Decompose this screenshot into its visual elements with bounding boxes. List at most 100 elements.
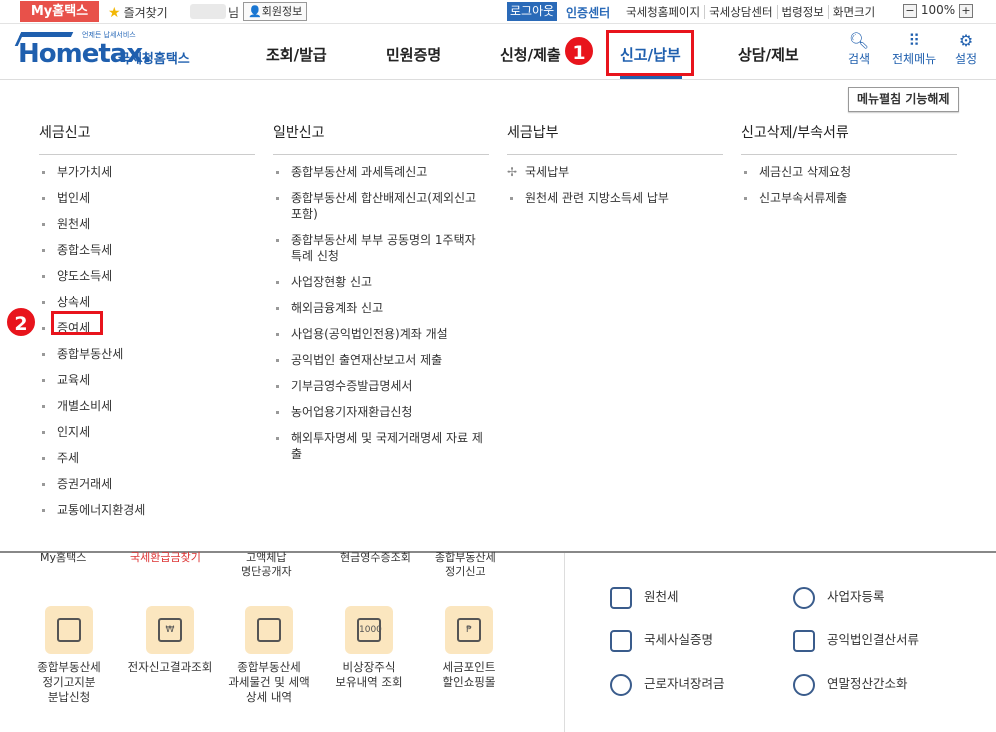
column-general-report: 일반신고 종합부동산세 과세특례신고 종합부동산세 합산배제신고(제외신고 포함… — [273, 122, 489, 472]
cut-off-label: 국세환급금찾기 — [130, 551, 201, 564]
menu-item-income-tax[interactable]: 종합소득세 — [39, 242, 255, 258]
menu-item-general[interactable]: 사업장현황 신고 — [273, 274, 489, 290]
menu-item-liquor-tax[interactable]: 주세 — [39, 450, 255, 466]
column-title: 세금납부 — [507, 122, 723, 155]
column-title: 세금신고 — [39, 122, 255, 155]
service-link-label: 원천세 — [644, 589, 679, 604]
menu-item-national-tax-payment[interactable]: 국세납부 — [507, 164, 723, 180]
cut-off-label: My홈택스 — [40, 551, 87, 564]
settings-button[interactable]: ⚙ 설정 — [955, 32, 977, 67]
quick-menu-property-detail[interactable]: 종합부동산세 과세물건 및 세액 상세 내역 — [214, 606, 324, 705]
menu-item-stamp-tax[interactable]: 인지세 — [39, 424, 255, 440]
quick-menu-label: 비상장주식 보유내역 조회 — [335, 660, 403, 689]
shopping-bag-icon: ₱ — [445, 606, 493, 654]
all-menu-label: 전체메뉴 — [892, 52, 937, 66]
user-icon: 👤 — [248, 5, 262, 18]
top-link-consult[interactable]: 국세상담센터 — [704, 5, 777, 19]
zoom-out-button[interactable]: − — [903, 3, 917, 18]
service-link-public-corp-docs[interactable]: 공익법인결산서류 — [793, 629, 919, 652]
cut-off-label: 현금영수증조회 — [340, 551, 411, 564]
column-tax-payment: 세금납부 국세납부 원천세 관련 지방소득세 납부 — [507, 122, 723, 216]
menu-item-general[interactable]: 해외투자명세 및 국제거래명세 자료 제출 — [273, 430, 489, 462]
service-link-year-end-settlement[interactable]: 연말정산간소화 — [793, 673, 908, 696]
menu-item-general[interactable]: 해외금융계좌 신고 — [273, 300, 489, 316]
top-links: 국세청홈페이지 국세상담센터 법령정보 화면크기 — [622, 4, 880, 20]
menu-item-corp-tax[interactable]: 법인세 — [39, 190, 255, 206]
member-info-button[interactable]: 👤회원정보 — [243, 2, 308, 21]
menu-item-property-tax[interactable]: 종합부동산세 — [39, 346, 255, 362]
menu-item-withholding[interactable]: 원천세 — [39, 216, 255, 232]
quick-menu-label: 종합부동산세 정기고지분 분납신청 — [37, 660, 101, 704]
search-label: 검색 — [848, 52, 871, 66]
clipboard-check-icon — [793, 629, 815, 652]
page-body-behind-menu: My홈택스 국세환급금찾기 고액체납 명단공개자 현금영수증조회 종합부동산세 … — [0, 551, 996, 732]
quick-menu-e-report-result[interactable]: ₩ 전자신고결과조회 — [115, 606, 225, 675]
menu-item-inheritance[interactable]: 상속세 — [39, 294, 255, 310]
member-info-label: 회원정보 — [261, 5, 303, 18]
menu-apply[interactable]: 신청/제출 — [500, 44, 561, 65]
quick-menu-tax-point-mall[interactable]: ₱ 세금포인트 할인쇼핑몰 — [414, 606, 524, 690]
money-icon: 1000 — [345, 606, 393, 654]
hometax-logo[interactable]: 언제든 납세서비스 Hometax. 국세청홈택스 — [14, 30, 203, 70]
service-link-withholding[interactable]: 원천세 — [610, 586, 679, 609]
menu-item-excise-tax[interactable]: 개별소비세 — [39, 398, 255, 414]
main-header: 언제든 납세서비스 Hometax. 국세청홈택스 조회/발급 민원증명 신청/… — [0, 24, 996, 80]
gear-icon: ⚙ — [958, 31, 974, 50]
settings-label: 설정 — [955, 52, 978, 66]
service-link-tax-certificate[interactable]: 국세사실증명 — [610, 629, 713, 652]
menu-item-general[interactable]: 농어업용기자재환급신청 — [273, 404, 489, 420]
cert-center-link[interactable]: 인증센터 — [566, 4, 610, 21]
top-link-screen-size: 화면크기 — [827, 5, 880, 19]
top-utility-bar: My홈택스 ★ 즐겨찾기 님 👤회원정보 로그아웃 인증센터 국세청홈페이지 국세상… — [0, 0, 996, 24]
service-link-earned-income-credit[interactable]: 근로자녀장려금 — [610, 673, 725, 696]
name-suffix: 님 — [228, 6, 240, 20]
active-menu-underline — [620, 76, 682, 79]
quick-menu-label: 세금포인트 할인쇼핑몰 — [442, 660, 496, 689]
logout-button[interactable]: 로그아웃 — [507, 2, 558, 21]
menu-inquiry[interactable]: 조회/발급 — [266, 44, 327, 65]
zoom-control: − 100% + — [903, 3, 973, 18]
all-menu-button[interactable]: ⠿ 전체메뉴 — [892, 32, 936, 67]
star-icon: ★ — [108, 5, 121, 21]
zoom-value: 100% — [920, 3, 956, 17]
service-link-label: 근로자녀장려금 — [644, 676, 725, 691]
search-button[interactable]: 🔍︎ 검색 — [848, 32, 870, 67]
menu-item-general[interactable]: 종합부동산세 합산배제신고(제외신고 포함) — [273, 190, 489, 222]
favorites-label: 즐겨찾기 — [123, 6, 168, 20]
menu-item-transfer-tax[interactable]: 양도소득세 — [39, 268, 255, 284]
menu-item-general[interactable]: 기부금영수증발급명세서 — [273, 378, 489, 394]
top-link-nts[interactable]: 국세청홈페이지 — [622, 5, 704, 19]
service-link-business-registration[interactable]: 사업자등록 — [793, 586, 885, 609]
menu-item-vat[interactable]: 부가가치세 — [39, 164, 255, 180]
highlight-box-menu — [606, 30, 694, 76]
service-link-label: 사업자등록 — [827, 589, 885, 604]
favorites-link[interactable]: ★ 즐겨찾기 — [108, 4, 168, 21]
top-link-law[interactable]: 법령정보 — [776, 5, 828, 19]
step-badge-1: 1 — [563, 35, 595, 67]
quick-menu-unlisted-stock[interactable]: 1000 비상장주식 보유내역 조회 — [314, 606, 424, 690]
cut-off-label: 고액체납 명단공개자 — [241, 551, 292, 578]
quick-menu-installment[interactable]: 종합부동산세 정기고지분 분납신청 — [14, 606, 124, 705]
column-title: 신고삭제/부속서류 — [741, 122, 957, 155]
menu-item-general[interactable]: 사업용(공익법인전용)계좌 개설 — [273, 326, 489, 342]
menu-fold-toggle-button[interactable]: 메뉴펼침 기능해제 — [848, 87, 959, 112]
menu-consult[interactable]: 상담/제보 — [738, 44, 799, 65]
menu-item-local-income-tax-payment[interactable]: 원천세 관련 지방소득세 납부 — [507, 190, 723, 206]
heart-icon — [610, 673, 632, 696]
menu-item-education-tax[interactable]: 교육세 — [39, 372, 255, 388]
column-title: 일반신고 — [273, 122, 489, 155]
menu-item-general[interactable]: 공익법인 출연재산보고서 제출 — [273, 352, 489, 368]
calculator-icon — [793, 673, 815, 696]
service-link-label: 연말정산간소화 — [827, 676, 908, 691]
menu-item-attachment-submit[interactable]: 신고부속서류제출 — [741, 190, 957, 206]
service-link-label: 공익법인결산서류 — [827, 632, 920, 647]
menu-item-energy-tax[interactable]: 교통에너지환경세 — [39, 502, 255, 518]
menu-item-delete-request[interactable]: 세금신고 삭제요청 — [741, 164, 957, 180]
menu-civil[interactable]: 민원증명 — [386, 44, 441, 65]
zoom-in-button[interactable]: + — [958, 3, 973, 18]
menu-item-general[interactable]: 종합부동산세 부부 공동명의 1주택자 특례 신청 — [273, 232, 489, 264]
person-icon — [793, 586, 815, 609]
menu-item-general[interactable]: 종합부동산세 과세특례신고 — [273, 164, 489, 180]
menu-item-securities-tax[interactable]: 증권거래세 — [39, 476, 255, 492]
my-hometax-button[interactable]: My홈택스 — [20, 1, 99, 22]
